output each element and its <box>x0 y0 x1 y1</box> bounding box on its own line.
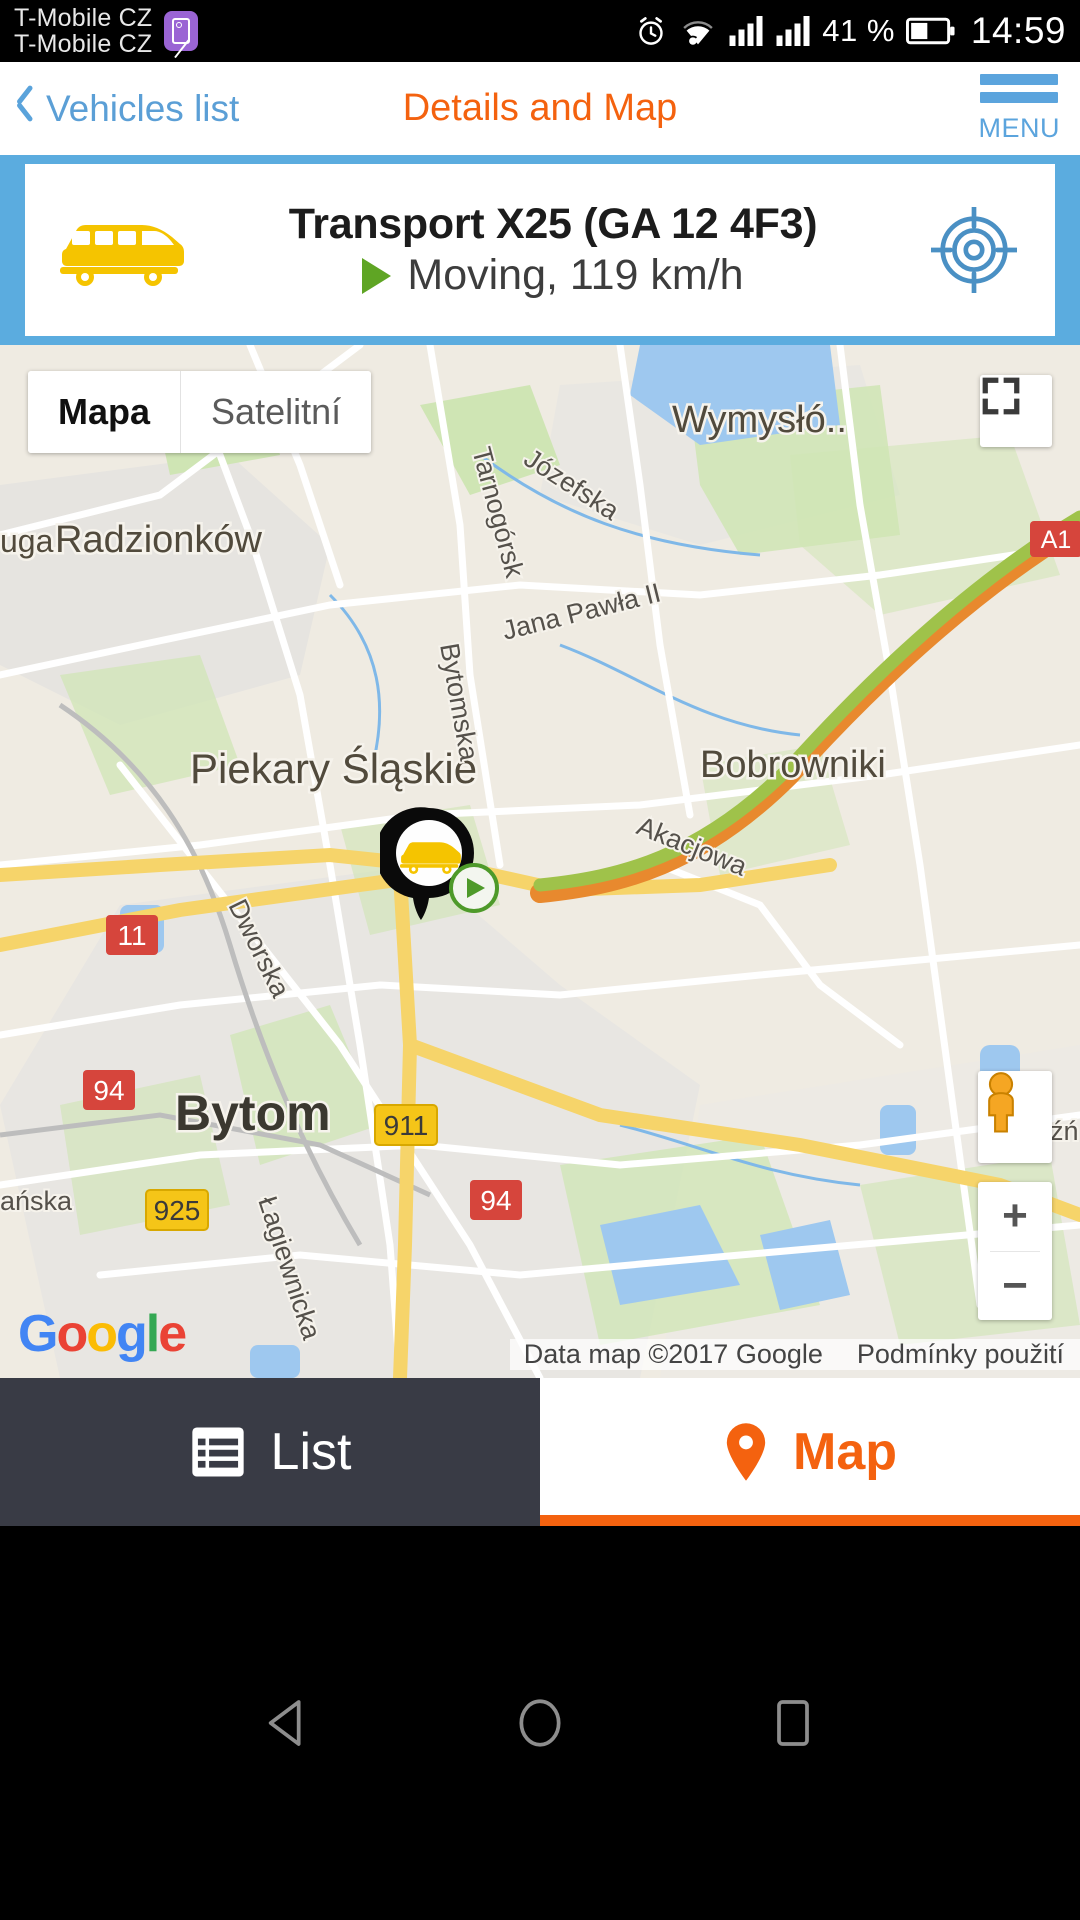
alarm-clock-icon <box>639 17 663 45</box>
svg-text:A1: A1 <box>1041 526 1072 554</box>
map-pin-icon <box>726 1423 766 1481</box>
map-view[interactable]: A1 11 94 94 911 925 Radzionków uga Pieka… <box>0 345 1080 1378</box>
crosshair-target-icon <box>931 207 1017 293</box>
svg-text:94: 94 <box>480 1185 511 1216</box>
zoom-out-button[interactable]: − <box>978 1252 1052 1321</box>
chevron-left-icon <box>14 90 36 128</box>
vehicle-card[interactable]: Transport X25 (GA 12 4F3) Moving, 119 km… <box>25 164 1055 336</box>
vehicle-card-container: Transport X25 (GA 12 4F3) Moving, 119 km… <box>0 155 1080 345</box>
street-view-pegman-button[interactable] <box>978 1071 1052 1163</box>
road-shield: 94 <box>83 1070 135 1110</box>
menu-label: MENU <box>978 112 1060 143</box>
svg-text:925: 925 <box>154 1195 201 1226</box>
tab-active-underline <box>540 1515 1080 1526</box>
svg-text:źń: źń <box>1050 1116 1079 1146</box>
road-shield: A1 <box>1030 521 1080 557</box>
map-type-mapa-button[interactable]: Mapa <box>28 371 181 453</box>
attribution-terms-link[interactable]: Podmínky použití <box>857 1339 1064 1370</box>
nav-recents-square-icon[interactable] <box>765 1695 821 1751</box>
svg-text:11: 11 <box>117 920 146 951</box>
tab-list-label: List <box>270 1423 352 1481</box>
google-logo: Google <box>18 1305 187 1363</box>
carrier-labels: T-Mobile CZ T-Mobile CZ <box>14 3 153 58</box>
carrier-sim1: T-Mobile CZ <box>14 3 153 32</box>
locate-vehicle-button[interactable] <box>919 207 1029 293</box>
svg-text:911: 911 <box>384 1110 429 1141</box>
zoom-in-button[interactable]: + <box>978 1182 1052 1251</box>
svg-text:uga: uga <box>0 523 54 559</box>
tab-map[interactable]: Map <box>540 1378 1080 1526</box>
play-triangle-icon <box>362 257 392 294</box>
svg-text:94: 94 <box>93 1075 124 1106</box>
svg-text:Bobrowniki: Bobrowniki <box>700 744 886 786</box>
attribution-data: Data map ©2017 Google <box>523 1339 823 1369</box>
fullscreen-expand-icon <box>982 377 1020 415</box>
svg-text:Piekary Śląskie: Piekary Śląskie <box>190 744 477 792</box>
road-shield: 11 <box>106 915 158 955</box>
battery-icon <box>905 17 955 45</box>
svg-text:ańska: ańska <box>0 1186 73 1216</box>
hamburger-menu-icon <box>980 91 1059 103</box>
minibus-icon <box>51 211 187 289</box>
nav-back-triangle-icon[interactable] <box>259 1695 315 1751</box>
tab-map-label: Map <box>793 1423 897 1481</box>
list-icon <box>191 1427 244 1477</box>
map-attribution: Data map ©2017 Google Podmínky použití <box>509 1339 1080 1370</box>
hamburger-menu-icon <box>980 73 1059 85</box>
bottom-tab-bar: List Map <box>0 1378 1080 1526</box>
android-nav-bar <box>0 1526 1080 1920</box>
map-type-toggle[interactable]: Mapa Satelitní <box>28 371 372 453</box>
tab-list[interactable]: List <box>0 1378 540 1526</box>
menu-button[interactable]: MENU <box>978 73 1061 144</box>
sim-card-icon <box>164 11 199 51</box>
map-type-satellite-button[interactable]: Satelitní <box>181 371 372 453</box>
road-shield: 94 <box>470 1180 522 1220</box>
svg-text:Wymysłó..: Wymysłó.. <box>672 399 847 441</box>
fullscreen-button[interactable] <box>980 375 1052 447</box>
road-shield: 925 <box>145 1189 209 1231</box>
svg-text:Radzionków: Radzionków <box>55 519 263 561</box>
map-canvas: A1 11 94 94 911 925 Radzionków uga Pieka… <box>0 345 1080 1378</box>
vehicle-map-marker[interactable] <box>380 805 510 925</box>
battery-percent: 41 % <box>822 13 895 48</box>
back-label: Vehicles list <box>46 87 240 129</box>
signal-bars-icon <box>729 16 763 46</box>
carrier-sim2: T-Mobile CZ <box>14 30 153 58</box>
map-zoom-controls[interactable]: + − <box>978 1182 1052 1320</box>
nav-home-circle-icon[interactable] <box>512 1695 568 1751</box>
wifi-icon <box>683 20 713 45</box>
road-shield: 911 <box>374 1104 438 1146</box>
app-header: Vehicles list Details and Map MENU <box>0 62 1080 155</box>
back-to-vehicles-list-button[interactable]: Vehicles list <box>0 88 239 130</box>
svg-text:Bytom: Bytom <box>175 1085 331 1141</box>
street-view-pegman-icon <box>988 1072 1014 1133</box>
signal-bars-icon <box>776 16 810 46</box>
vehicle-status: Moving, 119 km/h <box>407 251 744 299</box>
status-bar: T-Mobile CZ T-Mobile CZ 41 % 14:59 <box>0 0 1080 62</box>
vehicle-name: Transport X25 (GA 12 4F3) <box>288 200 818 248</box>
status-clock: 14:59 <box>970 10 1066 51</box>
